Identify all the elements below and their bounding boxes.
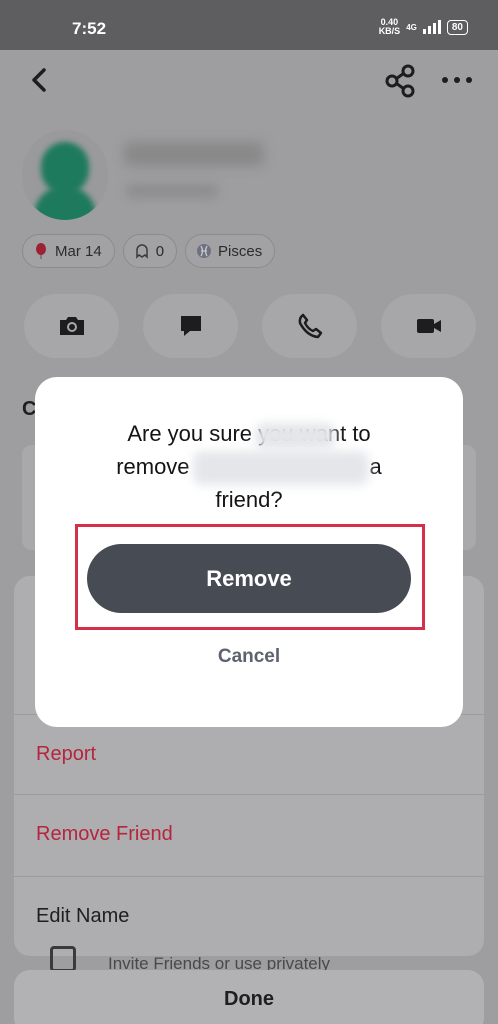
avatar — [22, 130, 108, 220]
redacted-username — [126, 184, 218, 198]
chat-button[interactable] — [143, 294, 238, 358]
done-button[interactable]: Done — [14, 970, 484, 1024]
status-indicators: 0.40 KB/S 4G 80 — [379, 18, 468, 36]
signal-icon — [422, 20, 441, 34]
lock-icon — [50, 946, 76, 972]
video-camera-icon — [416, 319, 441, 333]
status-bar: 7:52 0.40 KB/S 4G 80 — [0, 0, 498, 50]
zodiac-chip: Pisces — [185, 234, 276, 268]
redacted-text — [255, 423, 335, 449]
back-arrow-icon[interactable] — [26, 66, 54, 94]
more-options-icon[interactable] — [442, 74, 478, 86]
video-call-button[interactable] — [381, 294, 476, 358]
remove-friend-option[interactable]: Remove Friend — [14, 794, 484, 874]
call-button[interactable] — [262, 294, 357, 358]
camera-icon — [59, 317, 84, 335]
cancel-button[interactable]: Cancel — [164, 646, 334, 676]
share-icon[interactable] — [384, 64, 416, 98]
remove-button[interactable]: Remove — [87, 544, 411, 613]
profile-chips: Mar 14 0 Pisces — [22, 234, 276, 268]
ghost-icon — [135, 244, 148, 259]
balloon-icon — [36, 243, 46, 259]
invite-friends-row: Invite Friends or use privately — [50, 946, 380, 972]
camera-button[interactable] — [24, 294, 119, 358]
profile-actions — [24, 294, 476, 358]
status-time: 7:52 — [72, 19, 107, 38]
redacted-username-text — [193, 451, 369, 485]
birthday-chip: Mar 14 — [22, 234, 115, 268]
pisces-icon — [197, 244, 212, 258]
friends-count-chip: 0 — [122, 234, 178, 268]
battery-icon: 80 — [446, 19, 468, 35]
edit-name-option[interactable]: Edit Name — [14, 876, 484, 956]
phone-icon — [298, 313, 322, 339]
chat-icon — [180, 316, 201, 336]
redacted-display-name — [124, 142, 264, 166]
network-speed: 0.40 KB/S — [378, 17, 401, 36]
network-type: 4G — [406, 22, 417, 32]
